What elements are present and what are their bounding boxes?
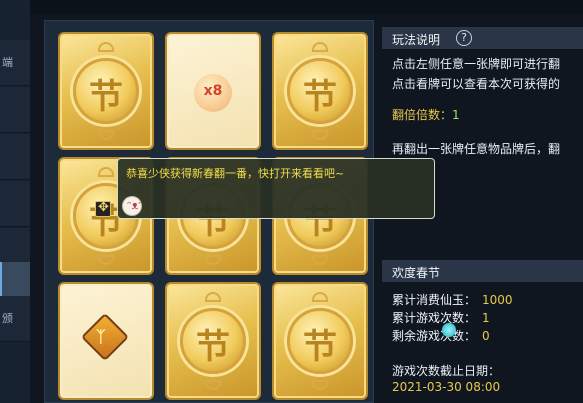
multiplier-value: 1 [452,108,460,122]
event-title: 欢度春节 [392,266,441,280]
coin-emblem-icon: 节 [287,308,353,374]
sidebar-item-4[interactable] [0,181,30,227]
card-revealed-item: ᛉ [58,282,154,400]
card-glyph: 节 [196,327,230,367]
sidebar-item-1[interactable]: 端 [0,40,30,86]
npc-avatar-icon: ᵔᴥᵔ [122,196,143,216]
sidebar-item-2[interactable] [0,87,30,133]
cursor-icon [442,323,456,337]
card-back-8[interactable]: 节 [165,282,261,400]
stat-value: 1000 [482,293,513,307]
stat-row-total-plays: 累计游戏次数： 1 [392,309,490,326]
top-strip [30,0,583,14]
coin-emblem-icon: 节 [180,308,246,374]
rules-line-2: 点击看牌可以查看本次可获得的 [392,77,561,91]
stat-row-remaining-plays: 剩余游戏次数： 0 [392,327,490,344]
notification-message: 恭喜少侠获得新春翻一番，快打开来看看吧~ [126,167,345,180]
rules-line-3: 再翻出一张牌任意物品牌后，翻 [392,142,561,156]
sidebar-item-label: 端 [2,56,13,69]
card-ornament [205,380,221,390]
card-back-3[interactable]: 节 [272,32,368,150]
sidebar-item-label: 颁 [2,312,13,325]
multiplier-row: 翻倍倍数：1 [392,106,460,123]
card-glyph: 节 [89,77,123,117]
rules-line-1: 点击左侧任意一张牌即可进行翻 [392,57,561,71]
sidebar-item-7[interactable]: 颁 [0,296,30,342]
stat-value: 0 [482,329,490,343]
multiplier-label: x8 [203,83,223,99]
card-ornament [205,292,221,302]
stat-row-spent: 累计消费仙玉： 1000 [392,291,513,308]
card-ornament [312,380,328,390]
card-ornament [205,255,221,265]
card-glyph: 节 [303,327,337,367]
card-ornament [312,255,328,265]
stat-label: 剩余游戏次数： [392,329,477,343]
event-header: 欢度春节 [382,260,583,282]
card-ornament [98,167,114,177]
card-back-9[interactable]: 节 [272,282,368,400]
rules-title: 玩法说明 [392,33,441,47]
stat-value: 1 [482,311,490,325]
coin-emblem-icon: 节 [73,58,139,124]
notification-popup[interactable]: 恭喜少侠获得新春翻一番，快打开来看看吧~ [117,158,435,219]
card-ornament [98,130,114,140]
card-ornament [312,292,328,302]
multiplier-label: 翻倍倍数： [392,108,453,122]
rules-header: 玩法说明 ? [382,27,583,49]
coin-emblem-icon: 节 [287,58,353,124]
card-revealed-multiplier: x8 [165,32,261,150]
sidebar: 端 颁 [0,0,30,403]
help-icon[interactable]: ? [456,30,472,46]
sidebar-item-3[interactable] [0,134,30,180]
card-ornament [312,130,328,140]
move-icon[interactable]: ✥ [95,200,111,217]
deadline-value: 2021-03-30 08:00 [392,380,501,394]
card-ornament [312,42,328,52]
card-glyph: 节 [303,77,337,117]
deadline-label: 游戏次数截止日期： [392,364,501,378]
card-back-1[interactable]: 节 [58,32,154,150]
card-ornament [98,42,114,52]
stat-label: 累计消费仙玉： [392,293,477,307]
item-rune-icon: ᛉ [96,327,106,346]
card-ornament [98,255,114,265]
stat-label: 累计游戏次数： [392,311,477,325]
